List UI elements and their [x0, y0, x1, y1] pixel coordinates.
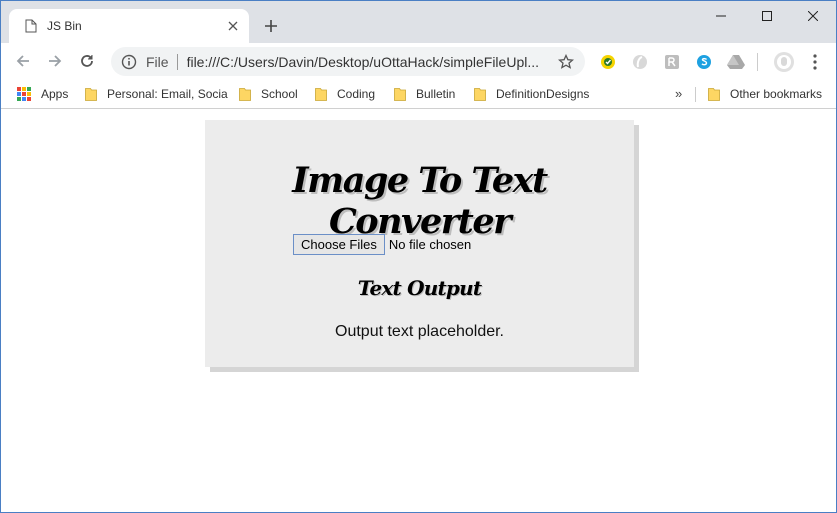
new-tab-button[interactable] — [259, 14, 283, 38]
apps-grid-icon — [17, 87, 31, 101]
bookmark-label: DefinitionDesigns — [496, 87, 590, 101]
bookmark-apps[interactable]: Apps — [17, 85, 68, 103]
extensions-area — [597, 51, 766, 73]
folder-icon — [315, 88, 327, 101]
folder-icon — [394, 88, 406, 101]
bookmark-definitiondesigns[interactable]: DefinitionDesigns — [474, 85, 589, 103]
bookmark-star-icon[interactable] — [557, 53, 575, 71]
file-input[interactable]: Choose Files No file chosen — [293, 234, 471, 255]
page-icon — [25, 19, 37, 33]
file-status-text: No file chosen — [388, 237, 472, 252]
close-window-button[interactable] — [790, 1, 836, 31]
bookmark-label: Bulletin — [416, 87, 456, 101]
folder-icon — [239, 88, 251, 101]
bookmarks-bar: Apps Personal: Email, Socia School Codin… — [1, 79, 836, 109]
tab-strip: JS Bin — [1, 1, 836, 43]
url-text[interactable]: file:///C:/Users/Davin/Desktop/uOttaHack… — [187, 54, 557, 70]
skype-icon[interactable] — [693, 51, 715, 73]
bookmarks-overflow-chevron-icon[interactable]: » — [675, 86, 682, 101]
close-tab-icon[interactable] — [223, 16, 243, 36]
toolbar-divider — [757, 53, 758, 71]
drive-icon[interactable] — [725, 51, 747, 73]
minimize-button[interactable] — [698, 1, 744, 31]
converter-card: Image To Text Converter Choose Files No … — [205, 120, 634, 367]
folder-icon — [474, 88, 486, 101]
info-icon[interactable] — [121, 54, 137, 70]
norton-icon[interactable] — [597, 51, 619, 73]
reload-button[interactable] — [71, 45, 103, 77]
tab-title: JS Bin — [47, 19, 82, 33]
back-button[interactable] — [7, 45, 39, 77]
bookmark-coding[interactable]: Coding — [315, 85, 375, 103]
reader-icon[interactable] — [661, 51, 683, 73]
bookmark-bulletin[interactable]: Bulletin — [394, 85, 455, 103]
bookmark-label: Personal: Email, Socia — [107, 87, 228, 101]
bookmark-label: Other bookmarks — [730, 87, 823, 101]
profile-avatar-icon[interactable] — [773, 51, 795, 73]
ghostery-icon[interactable] — [629, 51, 651, 73]
scheme-label: File — [146, 53, 169, 70]
address-bar[interactable]: File file:///C:/Users/Davin/Desktop/uOtt… — [111, 47, 585, 76]
tab-js-bin[interactable]: JS Bin — [9, 9, 249, 43]
browser-window: JS Bin File file:///C:/Users/Davin/Deskt… — [0, 0, 837, 513]
bookmarks-divider — [695, 87, 696, 102]
menu-icon[interactable] — [807, 51, 823, 73]
page-title: Image To Text Converter — [292, 160, 548, 242]
bookmark-personal[interactable]: Personal: Email, Socia — [85, 85, 228, 103]
bookmark-label: School — [261, 87, 298, 101]
folder-icon — [85, 88, 97, 101]
window-controls — [698, 1, 836, 31]
output-text: Output text placeholder. — [335, 323, 504, 340]
address-divider — [176, 53, 178, 70]
choose-files-button[interactable]: Choose Files — [293, 234, 385, 255]
bookmark-label: Coding — [337, 87, 376, 101]
output-heading: Text Output — [357, 276, 482, 300]
forward-button[interactable] — [39, 45, 71, 77]
maximize-button[interactable] — [744, 1, 790, 31]
toolbar: File file:///C:/Users/Davin/Desktop/uOtt… — [1, 43, 836, 79]
bookmark-label: Apps — [41, 87, 69, 101]
bookmark-school[interactable]: School — [239, 85, 298, 103]
bookmark-other[interactable]: Other bookmarks — [708, 85, 822, 103]
folder-icon — [708, 88, 720, 101]
